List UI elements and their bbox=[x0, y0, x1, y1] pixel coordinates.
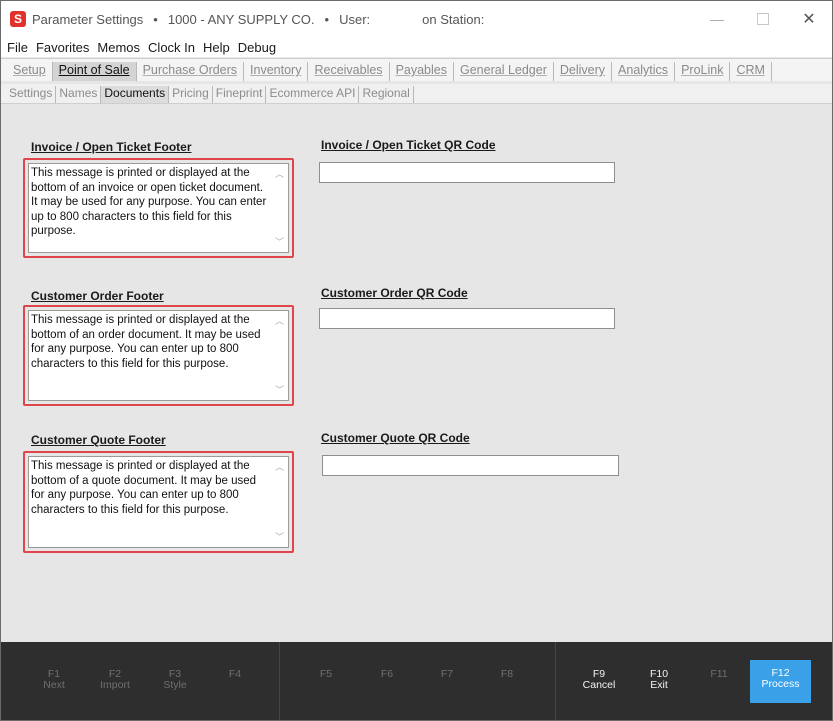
window-title: Parameter Settings bbox=[32, 11, 144, 27]
f5-key[interactable]: F5 bbox=[301, 669, 351, 680]
company-name: 1000 - ANY SUPPLY CO. bbox=[167, 11, 315, 27]
f8-key[interactable]: F8 bbox=[482, 669, 532, 680]
f12-process-button[interactable]: F12 Process bbox=[750, 660, 811, 703]
tab-crm[interactable]: CRM bbox=[730, 62, 772, 81]
invoice-footer-label: Invoice / Open Ticket Footer bbox=[31, 140, 192, 154]
station-label: on Station: bbox=[422, 11, 485, 27]
f1-next-key[interactable]: F1 Next bbox=[29, 669, 79, 691]
minimize-button[interactable]: — bbox=[694, 1, 740, 37]
scroll-up-icon[interactable]: ︿ bbox=[275, 314, 284, 329]
tab-purchase-orders[interactable]: Purchase Orders bbox=[137, 62, 245, 81]
f4-key[interactable]: F4 bbox=[210, 669, 260, 680]
menu-help[interactable]: Help bbox=[203, 40, 230, 55]
user-label: User: bbox=[339, 11, 371, 27]
fkey-code: F6 bbox=[380, 668, 394, 680]
tab-prolink[interactable]: ProLink bbox=[675, 62, 731, 81]
fkey-label: Import bbox=[100, 679, 130, 691]
title-separator: • bbox=[153, 11, 158, 27]
quote-qr-input[interactable] bbox=[322, 455, 619, 476]
invoice-footer-text: This message is printed or displayed at … bbox=[31, 167, 267, 237]
order-footer-scrollbar[interactable]: ︿ ﹀ bbox=[272, 311, 288, 400]
order-footer-textarea[interactable]: This message is printed or displayed at … bbox=[28, 310, 289, 401]
title-bar: S Parameter Settings • 1000 - ANY SUPPLY… bbox=[1, 1, 832, 37]
fkey-code: F8 bbox=[500, 668, 514, 680]
fkey-code: F5 bbox=[319, 668, 333, 680]
minimize-icon: — bbox=[710, 11, 724, 27]
function-key-bar: F1 Next F2 Import F3 Style F4 F5 F6 F7 F8 F… bbox=[1, 642, 832, 720]
fkey-code: F11 bbox=[710, 668, 728, 680]
tab-general-ledger[interactable]: General Ledger bbox=[454, 62, 554, 81]
scroll-down-icon[interactable]: ﹀ bbox=[275, 530, 284, 545]
fkey-label: Next bbox=[43, 679, 65, 691]
close-button[interactable]: ✕ bbox=[786, 1, 832, 37]
f7-key[interactable]: F7 bbox=[422, 669, 472, 680]
sub-tab-bar: Settings Names Documents Pricing Finepri… bbox=[1, 84, 832, 104]
quote-footer-scrollbar[interactable]: ︿ ﹀ bbox=[272, 457, 288, 547]
order-qr-label: Customer Order QR Code bbox=[321, 286, 468, 300]
app-logo-icon: S bbox=[10, 11, 26, 27]
f11-key[interactable]: F11 bbox=[694, 669, 744, 680]
subtab-ecommerce-api[interactable]: Ecommerce API bbox=[266, 86, 360, 103]
subtab-documents[interactable]: Documents bbox=[101, 86, 170, 103]
f6-key[interactable]: F6 bbox=[362, 669, 412, 680]
fkey-code: F7 bbox=[440, 668, 454, 680]
quote-footer-label: Customer Quote Footer bbox=[31, 433, 166, 447]
main-tab-bar: Setup Point of Sale Purchase Orders Inve… bbox=[1, 58, 832, 81]
window-controls: — ✕ bbox=[694, 1, 832, 37]
subtab-settings[interactable]: Settings bbox=[6, 86, 57, 103]
menu-bar: File Favorites Memos Clock In Help Debug bbox=[1, 37, 832, 57]
maximize-button[interactable] bbox=[740, 1, 786, 37]
subtab-names[interactable]: Names bbox=[56, 86, 102, 103]
order-footer-label: Customer Order Footer bbox=[31, 289, 164, 303]
menu-favorites[interactable]: Favorites bbox=[36, 40, 89, 55]
quote-qr-label: Customer Quote QR Code bbox=[321, 431, 470, 445]
parameter-settings-window: S Parameter Settings • 1000 - ANY SUPPLY… bbox=[0, 0, 833, 721]
invoice-footer-scrollbar[interactable]: ︿ ﹀ bbox=[272, 164, 288, 252]
subtab-fineprint[interactable]: Fineprint bbox=[213, 86, 267, 103]
invoice-footer-textarea[interactable]: This message is printed or displayed at … bbox=[28, 163, 289, 253]
title-separator: • bbox=[324, 11, 330, 27]
quote-footer-textarea[interactable]: This message is printed or displayed at … bbox=[28, 456, 289, 548]
invoice-qr-label: Invoice / Open Ticket QR Code bbox=[321, 138, 496, 152]
close-icon: ✕ bbox=[802, 11, 816, 28]
menu-memos[interactable]: Memos bbox=[97, 40, 140, 55]
tab-setup[interactable]: Setup bbox=[7, 62, 53, 81]
tab-analytics[interactable]: Analytics bbox=[612, 62, 676, 81]
f9-cancel-key[interactable]: F9 Cancel bbox=[574, 669, 624, 691]
function-key-group bbox=[280, 642, 556, 720]
f10-exit-key[interactable]: F10 Exit bbox=[634, 669, 684, 691]
scroll-up-icon[interactable]: ︿ bbox=[275, 167, 284, 182]
f3-style-key[interactable]: F3 Style bbox=[150, 669, 200, 691]
maximize-icon bbox=[757, 13, 769, 25]
subtab-regional[interactable]: Regional bbox=[359, 86, 414, 103]
documents-panel: Invoice / Open Ticket Footer This messag… bbox=[1, 105, 832, 642]
fkey-label: Exit bbox=[650, 679, 668, 691]
tab-inventory[interactable]: Inventory bbox=[244, 62, 309, 81]
quote-footer-text: This message is printed or displayed at … bbox=[31, 460, 257, 516]
invoice-qr-input[interactable] bbox=[319, 162, 615, 183]
order-footer-text: This message is printed or displayed at … bbox=[31, 314, 261, 370]
menu-debug[interactable]: Debug bbox=[238, 40, 276, 55]
menu-clock-in[interactable]: Clock In bbox=[148, 40, 195, 55]
fkey-label: Process bbox=[761, 678, 800, 690]
tab-payables[interactable]: Payables bbox=[390, 62, 454, 81]
fkey-code: F4 bbox=[228, 668, 242, 680]
tab-delivery[interactable]: Delivery bbox=[554, 62, 613, 81]
scroll-up-icon[interactable]: ︿ bbox=[275, 460, 284, 475]
tab-receivables[interactable]: Receivables bbox=[308, 62, 390, 81]
tab-point-of-sale[interactable]: Point of Sale bbox=[52, 62, 137, 81]
scroll-down-icon[interactable]: ﹀ bbox=[275, 235, 284, 250]
menu-file[interactable]: File bbox=[7, 40, 28, 55]
f2-import-key[interactable]: F2 Import bbox=[90, 669, 140, 691]
fkey-label: Cancel bbox=[582, 679, 616, 691]
fkey-label: Style bbox=[163, 679, 187, 691]
scroll-down-icon[interactable]: ﹀ bbox=[275, 383, 284, 398]
subtab-pricing[interactable]: Pricing bbox=[169, 86, 213, 103]
order-qr-input[interactable] bbox=[319, 308, 615, 329]
